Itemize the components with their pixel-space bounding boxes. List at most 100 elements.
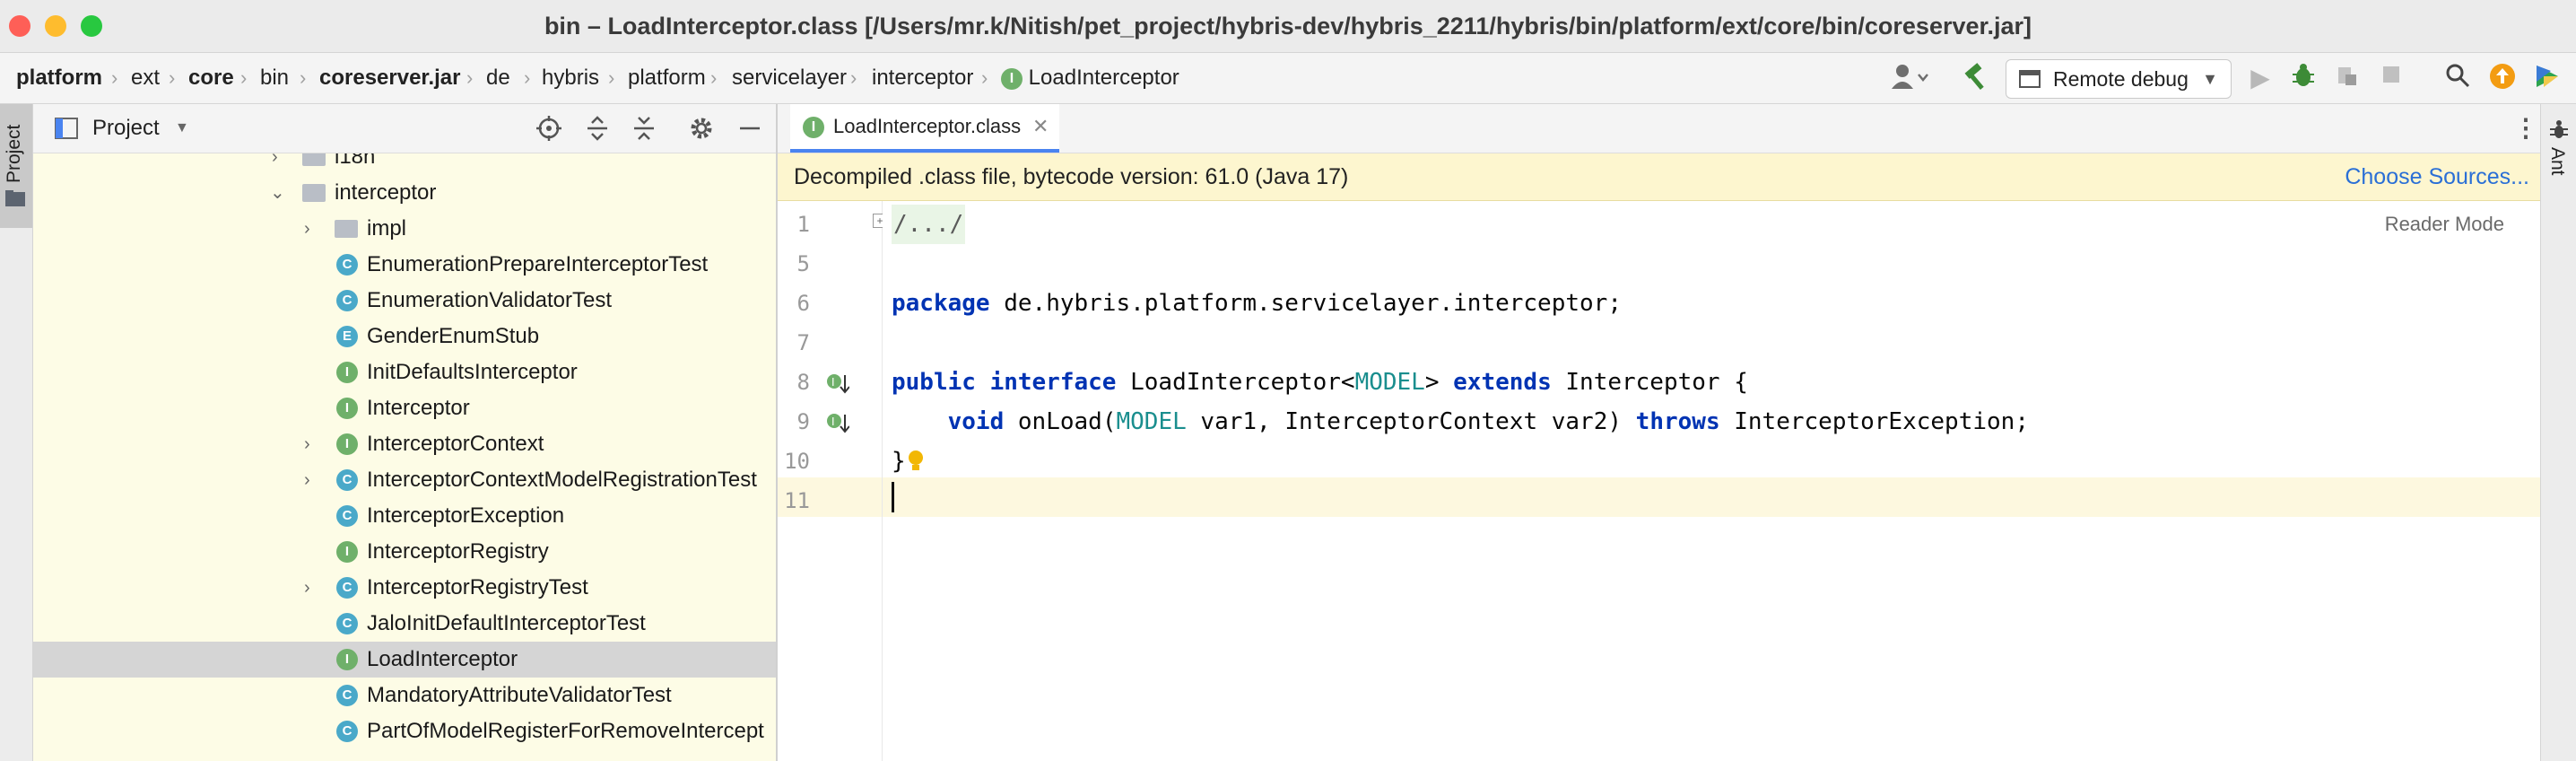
left-tool-strip: Project <box>0 104 33 761</box>
tree-item-class[interactable]: C MandatoryAttributeValidatorTest <box>33 678 776 713</box>
run-icon[interactable]: ▶ <box>2244 62 2276 94</box>
tree-item-label: i18n <box>335 153 376 169</box>
tree-item-interface[interactable]: I InterceptorRegistry <box>33 534 776 570</box>
choose-sources-link[interactable]: Choose Sources... <box>2345 153 2529 200</box>
tree-item-label: InterceptorContext <box>367 432 544 456</box>
debug-icon[interactable] <box>2287 62 2319 94</box>
svg-text:I: I <box>831 415 835 428</box>
enum-icon: E <box>336 326 358 347</box>
locate-icon[interactable] <box>535 115 562 146</box>
update-icon[interactable] <box>2486 62 2519 94</box>
breadcrumb-separator: › <box>981 66 988 89</box>
expand-all-icon[interactable] <box>584 115 611 146</box>
search-icon[interactable] <box>2441 62 2474 94</box>
tree-item-interface[interactable]: I InitDefaultsInterceptor <box>33 354 776 390</box>
project-tree: › i18n ⌄ interceptor › impl C Enumeratio… <box>33 153 776 761</box>
tree-item-interface[interactable]: I Interceptor <box>33 390 776 426</box>
tree-item-class[interactable]: C JaloInitDefaultInterceptorTest <box>33 606 776 642</box>
folder-icon <box>302 153 326 166</box>
breadcrumb-separator: › <box>608 66 615 89</box>
tree-item-label: InterceptorException <box>367 503 565 528</box>
breadcrumb-separator: › <box>710 66 718 89</box>
tree-item-label: GenderEnumStub <box>367 324 540 348</box>
chevron-right-icon[interactable]: › <box>304 462 310 498</box>
breadcrumb-platform[interactable]: platform <box>16 53 102 103</box>
plugin-icon[interactable] <box>2531 62 2563 94</box>
tree-item-class[interactable]: › C InterceptorContextModelRegistrationT… <box>33 462 776 498</box>
editor-gutter: 1 5 6 7 8 9 10 11 I I + <box>778 201 887 761</box>
breadcrumb-de[interactable]: de <box>486 53 510 103</box>
breadcrumb-separator: › <box>524 66 531 89</box>
stop-icon[interactable] <box>2375 62 2407 94</box>
breadcrumb-bin[interactable]: bin <box>260 53 289 103</box>
hide-icon[interactable] <box>736 115 763 146</box>
chevron-down-icon[interactable]: ⌄ <box>270 175 285 211</box>
project-tool-window-tab[interactable]: Project <box>0 104 32 228</box>
breadcrumb-loadinterceptor[interactable]: I LoadInterceptor <box>1001 53 1179 103</box>
tree-item-selected[interactable]: I LoadInterceptor <box>33 642 776 678</box>
window-title: bin – LoadInterceptor.class [/Users/mr.k… <box>544 13 2032 39</box>
run-configuration-dropdown[interactable]: Remote debug ▼ <box>2006 59 2232 99</box>
editor-tab-bar: I LoadInterceptor.class ✕ ⋮ <box>778 104 2540 153</box>
navigation-bar: platform › ext › core › bin › coreserver… <box>0 53 2576 104</box>
user-icon[interactable] <box>1887 62 1932 94</box>
breadcrumb-separator: › <box>169 66 176 89</box>
folder-icon <box>335 220 358 238</box>
tree-item-class[interactable]: C PartOfModelRegisterForRemoveIntercept <box>33 713 776 749</box>
reader-mode-toggle[interactable]: Reader Mode <box>2385 205 2504 244</box>
attach-icon[interactable] <box>2330 62 2363 94</box>
interface-icon: I <box>336 433 358 455</box>
tree-item-class[interactable]: C EnumerationPrepareInterceptorTest <box>33 247 776 283</box>
class-icon: C <box>336 577 358 599</box>
gear-icon[interactable] <box>688 115 715 146</box>
folded-imports[interactable]: /.../ <box>892 205 966 244</box>
implemented-by-icon[interactable]: I <box>826 372 850 399</box>
breadcrumb-ext[interactable]: ext <box>131 53 160 103</box>
breadcrumb-interceptor[interactable]: interceptor <box>872 53 973 103</box>
breadcrumb-coreserver-jar[interactable]: coreserver.jar <box>319 53 460 103</box>
run-configuration-label: Remote debug <box>2053 67 2189 91</box>
interface-icon: I <box>336 649 358 670</box>
tab-loadinterceptor-class[interactable]: I LoadInterceptor.class ✕ <box>790 104 1059 153</box>
tree-item-interceptor[interactable]: ⌄ interceptor <box>33 175 776 211</box>
more-options-icon[interactable]: ⋮ <box>2513 104 2538 153</box>
breadcrumb-separator: › <box>850 66 857 89</box>
collapse-all-icon[interactable] <box>631 115 657 146</box>
breadcrumb-hybris[interactable]: hybris <box>542 53 599 103</box>
ant-tab-label[interactable]: Ant <box>2546 147 2568 176</box>
lightbulb-icon[interactable] <box>906 449 926 478</box>
tree-item-i18n[interactable]: › i18n <box>33 153 776 175</box>
tree-item-label: MandatoryAttributeValidatorTest <box>367 683 672 707</box>
tree-item-label: InterceptorContextModelRegistrationTest <box>367 468 757 492</box>
chevron-right-icon[interactable]: › <box>272 153 278 175</box>
tree-item-enum[interactable]: E GenderEnumStub <box>33 319 776 354</box>
line-number: 1 <box>796 212 810 237</box>
code-editor[interactable]: Reader Mode /.../ package de.hybris.plat… <box>883 201 2540 761</box>
title-bar: bin – LoadInterceptor.class [/Users/mr.k… <box>0 0 2576 53</box>
tree-item-class[interactable]: C EnumerationValidatorTest <box>33 283 776 319</box>
breadcrumb-platform-2[interactable]: platform <box>628 53 706 103</box>
implemented-by-icon[interactable]: I <box>826 411 850 439</box>
chevron-down-icon[interactable]: ▼ <box>175 104 189 153</box>
close-icon[interactable]: ✕ <box>1032 104 1049 149</box>
tree-item-class[interactable]: › C InterceptorRegistryTest <box>33 570 776 606</box>
chevron-right-icon[interactable]: › <box>304 211 310 247</box>
project-panel-title[interactable]: Project <box>92 104 160 153</box>
chevron-right-icon[interactable]: › <box>304 570 310 606</box>
breadcrumb-servicelayer[interactable]: servicelayer <box>732 53 847 103</box>
chevron-right-icon[interactable]: › <box>304 426 310 462</box>
code-line-brace: } <box>892 448 906 475</box>
tree-item-label: JaloInitDefaultInterceptorTest <box>367 611 646 635</box>
tree-item-impl[interactable]: › impl <box>33 211 776 247</box>
breadcrumb-core[interactable]: core <box>188 53 234 103</box>
text-cursor <box>892 482 894 512</box>
ant-icon[interactable] <box>2548 118 2570 140</box>
interface-icon: I <box>336 541 358 563</box>
line-number: 5 <box>796 251 810 276</box>
tree-item-interface[interactable]: › I InterceptorContext <box>33 426 776 462</box>
tree-item-label: LoadInterceptor <box>367 647 518 671</box>
build-hammer-icon[interactable] <box>1961 62 1993 94</box>
tree-item-class[interactable]: C InterceptorException <box>33 498 776 534</box>
breadcrumb-separator: › <box>466 66 474 89</box>
breadcrumb-separator: › <box>111 66 118 89</box>
